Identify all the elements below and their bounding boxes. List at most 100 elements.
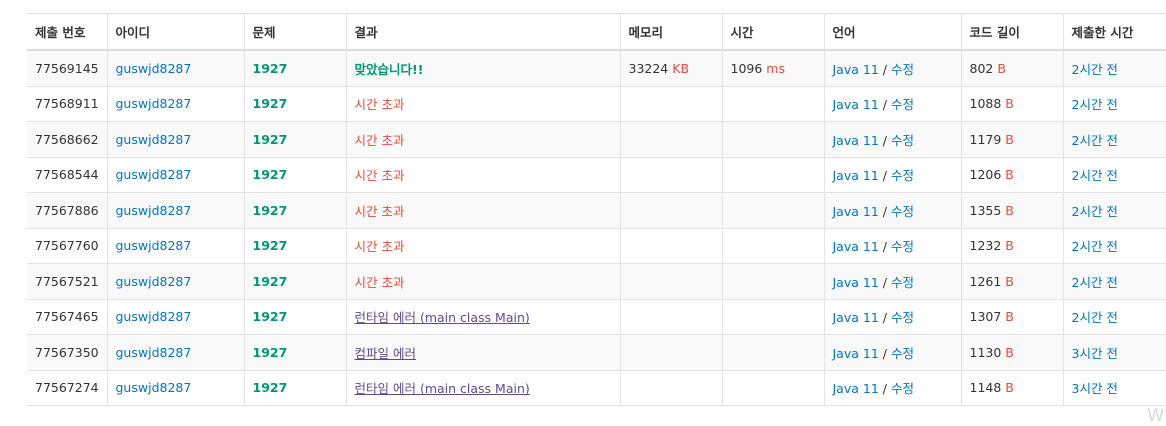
time-cell <box>721 228 824 264</box>
code-length-unit: B <box>997 60 1006 76</box>
edit-link[interactable]: 수정 <box>891 346 914 361</box>
code-length-value: 1088 <box>969 96 1002 112</box>
problem-link[interactable]: 1927 <box>253 345 288 360</box>
language-link[interactable]: Java 11 <box>833 310 879 325</box>
language-cell: Java 11 / 수정 <box>823 228 961 264</box>
memory-cell <box>619 192 722 229</box>
user-id-cell: guswjd8287 <box>106 157 244 193</box>
user-id-link[interactable]: guswjd8287 <box>116 274 192 289</box>
language-link[interactable]: Java 11 <box>833 97 879 112</box>
col-header-result: 결과 <box>345 13 620 51</box>
problem-link[interactable]: 1927 <box>253 238 288 253</box>
code-length-unit: B <box>1005 344 1014 360</box>
language-link[interactable]: Java 11 <box>833 204 879 219</box>
submitted-time-link[interactable]: 2시간 전 <box>1072 204 1118 219</box>
edit-link[interactable]: 수정 <box>891 275 914 290</box>
user-id-link[interactable]: guswjd8287 <box>116 96 192 111</box>
problem-cell: 1927 <box>243 299 346 335</box>
code-length-unit: B <box>1005 273 1014 289</box>
submitted-time-cell: 2시간 전 <box>1062 228 1166 264</box>
problem-cell: 1927 <box>243 370 346 406</box>
language-link[interactable]: Java 11 <box>833 239 879 254</box>
user-id-link[interactable]: guswjd8287 <box>116 203 192 218</box>
edit-link[interactable]: 수정 <box>891 62 914 77</box>
submitted-time-link[interactable]: 2시간 전 <box>1072 168 1118 183</box>
result-text[interactable]: 런타임 에러 (main class Main) <box>355 310 530 325</box>
language-link[interactable]: Java 11 <box>833 133 879 148</box>
result-text: 맞았습니다!! <box>354 61 424 77</box>
user-id-cell: guswjd8287 <box>106 299 244 335</box>
submitted-time-link[interactable]: 3시간 전 <box>1072 346 1118 361</box>
edit-link[interactable]: 수정 <box>891 239 914 254</box>
problem-link[interactable]: 1927 <box>253 132 288 147</box>
memory-cell <box>619 157 722 193</box>
memory-cell <box>619 121 722 158</box>
submitted-time-link[interactable]: 2시간 전 <box>1072 239 1118 254</box>
user-id-link[interactable]: guswjd8287 <box>116 309 192 324</box>
language-link[interactable]: Java 11 <box>833 275 879 290</box>
problem-link[interactable]: 1927 <box>253 203 288 218</box>
result-cell: 런타임 에러 (main class Main) <box>345 299 620 335</box>
submitted-time-link[interactable]: 3시간 전 <box>1072 381 1118 396</box>
user-id-cell: guswjd8287 <box>106 370 244 406</box>
time-cell <box>721 263 824 300</box>
result-text[interactable]: 런타임 에러 (main class Main) <box>355 381 530 396</box>
problem-link[interactable]: 1927 <box>253 61 288 76</box>
language-separator: / <box>878 239 891 255</box>
table-row: 77567274 guswjd8287 1927 런타임 에러 (main cl… <box>27 370 1166 406</box>
submitted-time-link[interactable]: 2시간 전 <box>1072 310 1118 325</box>
submitted-time-link[interactable]: 2시간 전 <box>1072 133 1118 148</box>
result-cell: 시간 초과 <box>345 121 620 158</box>
submitted-time-link[interactable]: 2시간 전 <box>1072 275 1118 290</box>
user-id-link[interactable]: guswjd8287 <box>116 380 192 395</box>
result-cell: 시간 초과 <box>345 263 620 300</box>
problem-link[interactable]: 1927 <box>253 309 288 324</box>
submitted-time-cell: 2시간 전 <box>1062 50 1166 87</box>
edit-link[interactable]: 수정 <box>891 310 914 325</box>
submission-id: 77567350 <box>35 344 99 360</box>
user-id-link[interactable]: guswjd8287 <box>116 132 192 147</box>
submitted-time-cell: 3시간 전 <box>1062 370 1166 406</box>
submitted-time-cell: 2시간 전 <box>1062 157 1166 193</box>
submission-id: 77568911 <box>35 96 99 112</box>
memory-cell <box>619 299 722 335</box>
col-header-user-id: 아이디 <box>106 13 244 51</box>
user-id-cell: guswjd8287 <box>106 86 244 122</box>
language-cell: Java 11 / 수정 <box>823 370 961 406</box>
submitted-time-link[interactable]: 2시간 전 <box>1072 97 1118 112</box>
edit-link[interactable]: 수정 <box>891 204 914 219</box>
user-id-link[interactable]: guswjd8287 <box>116 61 192 76</box>
time-cell <box>721 121 824 158</box>
result-text[interactable]: 컴파일 에러 <box>355 346 416 361</box>
edit-link[interactable]: 수정 <box>891 168 914 183</box>
result-cell: 시간 초과 <box>345 157 620 193</box>
problem-link[interactable]: 1927 <box>253 274 288 289</box>
problem-link[interactable]: 1927 <box>253 167 288 182</box>
submitted-time-link[interactable]: 2시간 전 <box>1072 62 1118 77</box>
code-length-unit: B <box>1005 309 1014 325</box>
edit-link[interactable]: 수정 <box>891 381 914 396</box>
user-id-link[interactable]: guswjd8287 <box>116 345 192 360</box>
edit-link[interactable]: 수정 <box>891 97 914 112</box>
language-link[interactable]: Java 11 <box>833 62 879 77</box>
time-cell <box>721 370 824 406</box>
language-link[interactable]: Java 11 <box>833 168 879 183</box>
language-link[interactable]: Java 11 <box>833 346 879 361</box>
user-id-link[interactable]: guswjd8287 <box>116 238 192 253</box>
time-cell <box>721 157 824 193</box>
language-cell: Java 11 / 수정 <box>823 263 961 300</box>
problem-link[interactable]: 1927 <box>253 96 288 111</box>
problem-link[interactable]: 1927 <box>253 380 288 395</box>
language-link[interactable]: Java 11 <box>833 381 879 396</box>
submitted-time-cell: 2시간 전 <box>1062 263 1166 300</box>
edit-link[interactable]: 수정 <box>891 133 914 148</box>
submitted-time-cell: 2시간 전 <box>1062 299 1166 335</box>
user-id-link[interactable]: guswjd8287 <box>116 167 192 182</box>
submission-id-cell: 77567465 <box>27 299 107 335</box>
user-id-cell: guswjd8287 <box>106 192 244 229</box>
memory-cell <box>619 86 722 122</box>
code-length-unit: B <box>1005 380 1014 396</box>
result-text: 시간 초과 <box>354 274 405 290</box>
code-length-value: 1232 <box>969 238 1002 254</box>
code-length-cell: 1206 B <box>960 157 1063 193</box>
